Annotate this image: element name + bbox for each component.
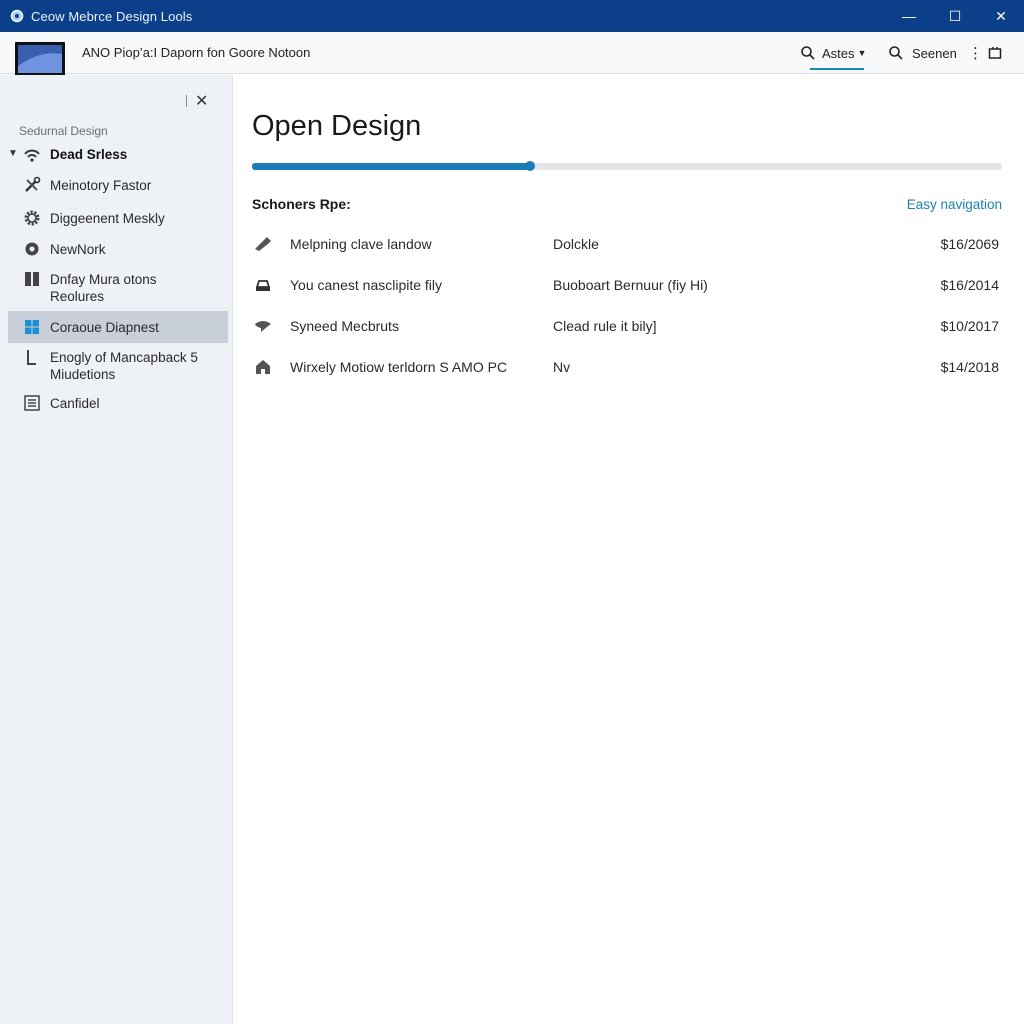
sidebar-item-label: Diggeenent Meskly [50,211,165,226]
title-bar: Ceow Mebrce Design Lools — ☐ ✕ [0,0,1024,32]
sidebar-item-label: Canfidel [50,396,100,411]
chevron-down-icon: ▼ [857,48,867,58]
app-gear-icon [9,8,25,24]
wifi-icon [22,144,42,164]
item-date: $14/2018 [940,359,999,375]
astes-active-indicator [810,68,864,70]
page-title: Open Design [252,110,422,142]
item-name: Wirxely Motiow terldorn S AMO PC [290,359,508,375]
home-icon [252,357,274,377]
list-item[interactable]: You canest nasclipite fily Buoboart Bern… [252,270,1002,300]
more-options-icon[interactable]: ⋮ [968,42,983,64]
sidebar-item-label: Dead Srless [50,147,128,162]
sidebar-item-coraoue-diapnest[interactable]: Coraoue Diapnest [8,311,228,343]
maximize-button[interactable]: ☐ [932,0,978,32]
item-type: Nv [553,359,571,375]
header-bar: ANO Piop’a:I Daporn fon Goore Notoon Ast… [0,32,1024,91]
item-name: Syneed Mecbruts [290,318,399,334]
sidebar-item-meinotory-fastor[interactable]: Meinotory Fastor [8,175,228,195]
sidebar-section-label: Sedurnal Design [19,124,108,138]
item-date: $10/2017 [940,318,999,334]
sidebar-item-label: Enogly of Mancapback 5 Miudetions [50,350,198,382]
network-gear-icon [22,239,42,259]
item-name: You canest nasclipite fily [290,277,443,293]
easy-navigation-link[interactable]: Easy navigation [907,197,1002,212]
chat-icon [252,316,274,336]
list-item[interactable]: Syneed Mecbruts Clead rule it bily] $10/… [252,311,1002,341]
astes-dropdown[interactable]: Astes ▼ [800,42,867,70]
progress-bar[interactable] [252,161,1002,171]
sidebar: ✕ Sedurnal Design ▼ Dead Srless Meinotor… [0,75,233,1024]
progress-fill [252,163,530,170]
sidebar-item-label: NewNork [50,242,106,257]
sidebar-item-label: Meinotory Fastor [50,178,152,193]
tools-icon [22,175,42,195]
sidebar-item-diggeenent-meskly[interactable]: Diggeenent Meskly [8,208,228,228]
sidebar-item-enogly-of-mancapback[interactable]: Enogly of Mancapback 5 Miudetions [8,347,228,383]
progress-handle[interactable] [524,161,535,171]
document-title: ANO Piop’a:I Daporn fon Goore Notoon [82,45,311,60]
section-heading: Schoners Rpe: [252,196,351,212]
sidebar-item-label: Dnfay Mura otons Reolures [50,272,157,304]
panel-icon [988,47,1002,59]
main-panel: Open Design Schoners Rpe: Easy navigatio… [234,75,1024,1024]
close-icon: ✕ [195,93,209,110]
sidebar-item-newnork[interactable]: NewNork [8,239,228,259]
sidebar-close-button[interactable]: ✕ [186,91,208,111]
caret-down-icon: ▼ [8,148,18,159]
list-item[interactable]: Wirxely Motiow terldorn S AMO PC Nv $14/… [252,352,1002,382]
wrench-icon [252,234,274,254]
divider [186,95,187,107]
sidebar-item-canfidel[interactable]: Canfidel [8,393,228,413]
item-type: Buoboart Bernuur (fiy Hi) [553,277,708,293]
window-title: Ceow Mebrce Design Lools [31,8,193,24]
drive-icon [252,275,274,295]
item-name: Melpning clave landow [290,236,432,252]
windows-icon [22,317,42,337]
list-item[interactable]: Melpning clave landow Dolckle $16/2069 [252,229,1002,259]
sidebar-item-label: Coraoue Diapnest [50,319,159,335]
item-type: Dolckle [553,236,599,252]
gear-icon [22,208,42,228]
search-label: Seenen [912,45,957,61]
bracket-icon [22,347,42,367]
item-date: $16/2069 [940,236,999,252]
item-date: $16/2014 [940,277,999,293]
grid-icon [22,269,42,289]
search-button[interactable]: Seenen [888,42,957,64]
close-window-button[interactable]: ✕ [978,0,1024,32]
minimize-button[interactable]: — [886,0,932,32]
sidebar-item-dnfay-mura[interactable]: Dnfay Mura otons Reolures [8,269,228,305]
panel-toggle-button[interactable] [988,42,1002,64]
search-icon [801,46,815,60]
item-type: Clead rule it bily] [553,318,657,334]
astes-label: Astes [822,45,855,61]
search-icon [889,46,903,60]
sidebar-item-dead-srless[interactable]: ▼ Dead Srless [8,144,228,164]
list-icon [22,393,42,413]
